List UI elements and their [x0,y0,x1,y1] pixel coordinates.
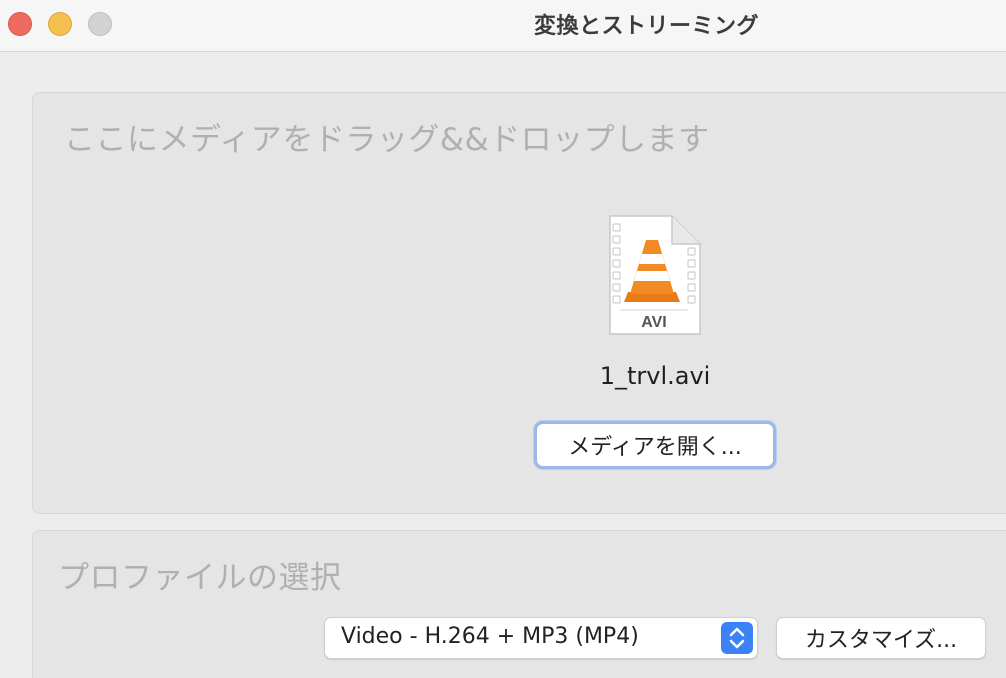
title-bar: 変換とストリーミング [0,0,1006,52]
profile-select[interactable]: Video - H.264 + MP3 (MP4) [324,617,758,659]
close-window-button[interactable] [8,12,32,36]
chevron-up-down-icon[interactable] [721,622,753,654]
file-name-label: 1_trvl.avi [599,362,711,390]
customize-button[interactable]: カスタマイズ... [776,617,986,659]
open-media-button[interactable]: メディアを開く... [534,421,776,469]
minimize-window-button[interactable] [48,12,72,36]
vlc-cone-icon: AVI [609,215,701,335]
profile-heading: プロファイルの選択 [58,560,342,596]
avi-file-icon[interactable]: AVI [606,214,702,338]
window-title: 変換とストリーミング [534,14,760,39]
profile-select-value: Video - H.264 + MP3 (MP4) [341,624,639,649]
file-type-label: AVI [641,314,666,331]
drop-zone-heading: ここにメディアをドラッグ&&ドロップします [64,122,710,158]
zoom-window-button[interactable] [88,12,112,36]
convert-stream-window: 変換とストリーミング ここにメディアをドラッグ&&ドロップします AVI 1_t… [0,0,1006,678]
